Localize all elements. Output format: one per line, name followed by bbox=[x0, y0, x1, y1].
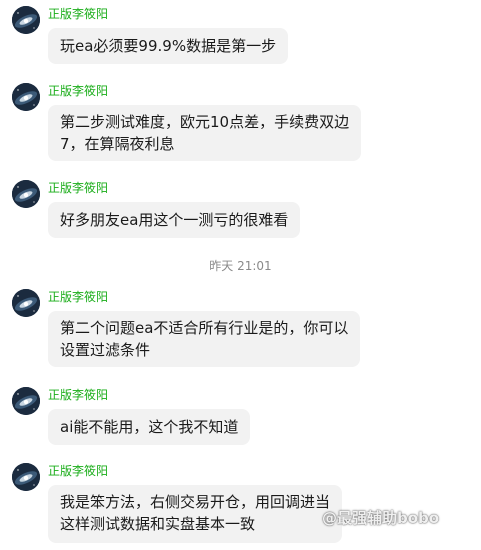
chat-window: 正版李筱阳 玩ea必须要99.9%数据是第一步 正版李筱阳 第二步测试难度，欧元… bbox=[0, 0, 481, 550]
message-text: 第二个问题ea不适合所有行业是的，你可以 bbox=[60, 319, 349, 337]
message-text: 玩ea必须要99.9%数据是第一步 bbox=[60, 37, 277, 55]
message-text: 这样测试数据和实盘基本一致 bbox=[60, 515, 256, 533]
sender-name: 正版李筱阳 bbox=[48, 464, 109, 478]
message-text: 第二步测试难度，欧元10点差，手续费双边 bbox=[60, 113, 350, 131]
avatar[interactable] bbox=[12, 180, 40, 208]
sender-name: 正版李筱阳 bbox=[48, 388, 109, 402]
timestamp: 昨天 21:01 bbox=[209, 259, 272, 273]
message-text: 好多朋友ea用这个一测亏的很难看 bbox=[60, 211, 289, 229]
sender-name: 正版李筱阳 bbox=[48, 290, 109, 304]
message-text: 7，在算隔夜利息 bbox=[60, 135, 175, 153]
avatar[interactable] bbox=[12, 387, 40, 415]
avatar[interactable] bbox=[12, 289, 40, 317]
watermark: @最强辅助bobo bbox=[322, 509, 440, 527]
message-text: 设置过滤条件 bbox=[60, 341, 151, 359]
message-text: ai能不能用，这个我不知道 bbox=[60, 418, 239, 436]
message-bubble[interactable]: 好多朋友ea用这个一测亏的很难看 bbox=[48, 202, 301, 238]
message-bubble[interactable]: 第二步测试难度，欧元10点差，手续费双边 7，在算隔夜利息 bbox=[48, 105, 362, 161]
avatar[interactable] bbox=[12, 6, 40, 34]
message-bubble[interactable]: ai能不能用，这个我不知道 bbox=[48, 409, 251, 445]
sender-name: 正版李筱阳 bbox=[48, 7, 109, 21]
message-text: 我是笨方法，右侧交易开仓，用回调进当 bbox=[60, 493, 331, 511]
avatar[interactable] bbox=[12, 463, 40, 491]
avatar[interactable] bbox=[12, 83, 40, 111]
sender-name: 正版李筱阳 bbox=[48, 181, 109, 195]
message-bubble[interactable]: 玩ea必须要99.9%数据是第一步 bbox=[48, 28, 289, 64]
message-bubble[interactable]: 第二个问题ea不适合所有行业是的，你可以 设置过滤条件 bbox=[48, 311, 361, 367]
sender-name: 正版李筱阳 bbox=[48, 84, 109, 98]
message-bubble[interactable]: 我是笨方法，右侧交易开仓，用回调进当 这样测试数据和实盘基本一致 bbox=[48, 485, 343, 543]
